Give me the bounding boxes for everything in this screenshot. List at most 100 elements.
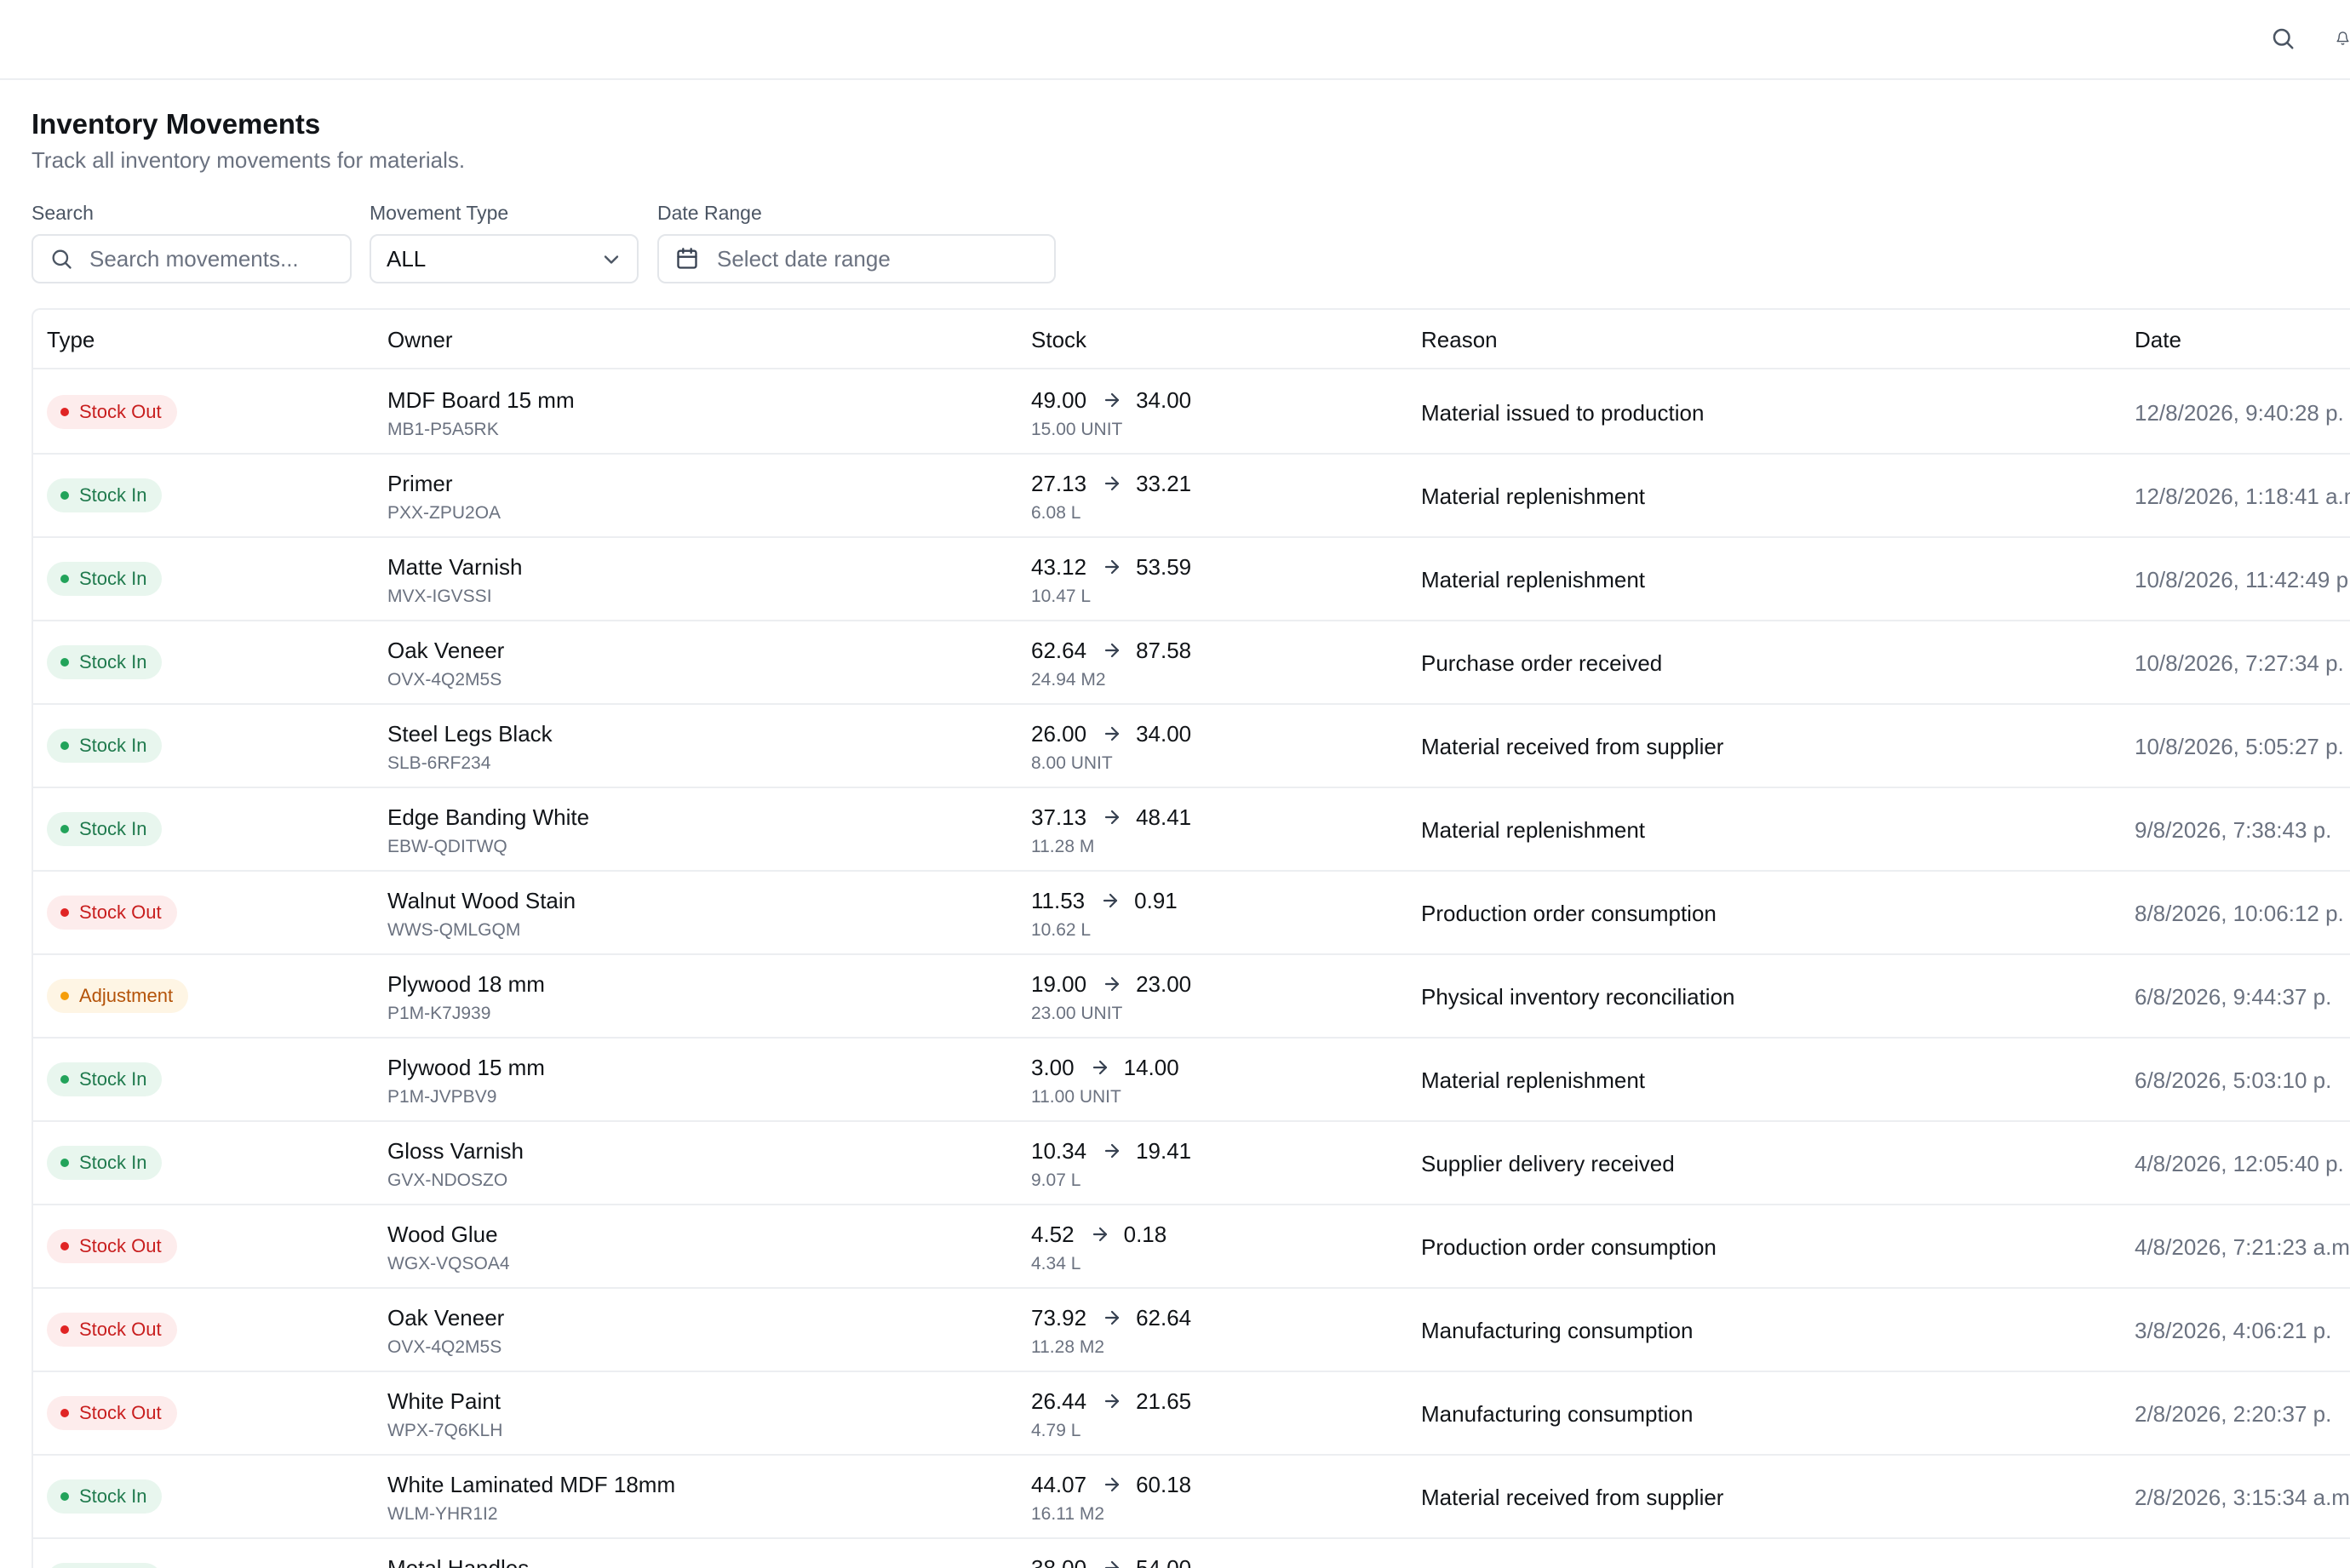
stock-from: 26.44 [1031, 1388, 1087, 1414]
owner-code: SLB-6RF234 [387, 753, 491, 773]
stock-change: 4.52 0.18 [1031, 1219, 1166, 1250]
stock-delta: 4.79 L [1031, 1421, 1081, 1440]
stock-from: 3.00 [1031, 1055, 1075, 1080]
stock-to: 87.58 [1136, 638, 1192, 663]
column-header-owner[interactable]: Owner [387, 310, 453, 369]
type-badge: Stock Out [47, 1396, 177, 1430]
table-row[interactable]: Stock In Metal Handles 38.00 54.00 [33, 1539, 2350, 1568]
column-header-stock[interactable]: Stock [1031, 310, 1086, 369]
stock-to: 33.21 [1136, 471, 1192, 496]
type-badge-label: Stock Out [79, 1319, 162, 1340]
arrow-right-icon [1102, 1474, 1122, 1495]
stock-to: 34.00 [1136, 721, 1192, 747]
arrow-right-icon [1102, 1391, 1122, 1411]
table-row[interactable]: Stock In Gloss Varnish GVX-NDOSZO 10.34 19.4… [33, 1122, 2350, 1205]
type-badge: Stock Out [47, 1229, 177, 1263]
movement-type-select[interactable]: ALL [370, 234, 639, 283]
stock-change: 19.00 23.00 [1031, 969, 1191, 999]
search-icon [49, 246, 74, 272]
stock-delta: 11.28 M [1031, 837, 1095, 856]
table-row[interactable]: Stock In Edge Banding White EBW-QDITWQ 37.1… [33, 788, 2350, 872]
table-row[interactable]: Stock Out Oak Veneer OVX-4Q2M5S 73.92 62.64 1… [33, 1289, 2350, 1372]
movement-reason: Material issued to production [1421, 400, 1705, 426]
page-title: Inventory Movements [32, 108, 321, 140]
table-row[interactable]: Stock Out Wood Glue WGX-VQSOA4 4.52 0.18 4.34… [33, 1205, 2350, 1289]
arrow-right-icon [1100, 890, 1121, 911]
table-row[interactable]: Adjustment Plywood 18 mm P1M-K7J939 19.00 23… [33, 955, 2350, 1039]
search-field[interactable] [32, 234, 352, 283]
type-badge: Stock In [47, 729, 163, 763]
owner-name: Gloss Varnish [387, 1138, 524, 1164]
status-dot-icon [60, 1075, 69, 1084]
stock-delta: 6.08 L [1031, 503, 1081, 523]
owner-code: GVX-NDOSZO [387, 1170, 508, 1190]
table-row[interactable]: Stock Out Walnut Wood Stain WWS-QMLGQM 11.5… [33, 872, 2350, 955]
movement-date: 4/8/2026, 12:05:40 p. [2135, 1151, 2344, 1176]
stock-delta: 8.00 UNIT [1031, 753, 1113, 773]
bell-icon[interactable] [2329, 18, 2350, 59]
status-dot-icon [60, 1242, 69, 1250]
owner-code: EBW-QDITWQ [387, 837, 507, 856]
type-badge-label: Stock Out [79, 1235, 162, 1256]
stock-to: 14.00 [1123, 1055, 1179, 1080]
search-label: Search [32, 202, 94, 224]
table-row[interactable]: Stock In Steel Legs Black SLB-6RF234 26.00 3… [33, 705, 2350, 788]
owner-name: Metal Handles [387, 1555, 530, 1568]
status-dot-icon [60, 908, 69, 917]
table-row[interactable]: Stock Out White Paint WPX-7Q6KLH 26.44 21.65… [33, 1372, 2350, 1456]
stock-from: 62.64 [1031, 638, 1087, 663]
stock-from: 44.07 [1031, 1472, 1087, 1497]
date-range-picker[interactable]: Select date range [657, 234, 1056, 283]
stock-change: 37.13 48.41 [1031, 802, 1191, 833]
stock-to: 34.00 [1136, 387, 1192, 413]
movement-reason: Supplier delivery received [1421, 1151, 1675, 1176]
owner-name: Plywood 15 mm [387, 1055, 545, 1080]
movement-reason: Production order consumption [1421, 901, 1717, 926]
stock-to: 0.18 [1123, 1222, 1167, 1247]
table-row[interactable]: Stock In Primer PXX-ZPU2OA 27.13 33.21 6.08 L… [33, 455, 2350, 538]
movement-date: 6/8/2026, 9:44:37 p. [2135, 984, 2332, 1010]
stock-change: 27.13 33.21 [1031, 468, 1191, 499]
status-dot-icon [60, 1325, 69, 1334]
owner-code: P1M-K7J939 [387, 1004, 491, 1023]
column-header-date[interactable]: Date [2135, 310, 2181, 369]
type-badge: Stock In [47, 1146, 163, 1180]
owner-code: PXX-ZPU2OA [387, 503, 502, 523]
arrow-right-icon [1102, 974, 1122, 994]
stock-change: 62.64 87.58 [1031, 635, 1191, 666]
stock-to: 19.41 [1136, 1138, 1192, 1164]
arrow-right-icon [1102, 807, 1122, 827]
arrow-right-icon [1102, 1308, 1122, 1328]
column-header-reason[interactable]: Reason [1421, 310, 1498, 369]
search-icon[interactable] [2262, 18, 2303, 59]
column-header-type[interactable]: Type [47, 310, 95, 369]
stock-to: 60.18 [1136, 1472, 1192, 1497]
status-dot-icon [60, 1409, 69, 1417]
arrow-right-icon [1090, 1224, 1110, 1245]
movement-reason: Production order consumption [1421, 1234, 1717, 1260]
table-row[interactable]: Stock Out MDF Board 15 mm MB1-P5A5RK 49.00 3… [33, 371, 2350, 455]
arrow-right-icon [1102, 724, 1122, 744]
stock-delta: 16.11 M2 [1031, 1504, 1104, 1524]
table-row[interactable]: Stock In Matte Varnish MVX-IGVSSI 43.12 53.5… [33, 538, 2350, 621]
type-badge-label: Stock In [79, 484, 147, 506]
stock-delta: 10.47 L [1031, 587, 1092, 606]
date-range-label: Date Range [657, 202, 762, 224]
arrow-right-icon [1102, 1558, 1122, 1568]
search-input[interactable] [88, 244, 343, 273]
stock-delta: 9.07 L [1031, 1170, 1081, 1190]
stock-to: 23.00 [1136, 971, 1192, 997]
table-row[interactable]: Stock In Oak Veneer OVX-4Q2M5S 62.64 87.58 24… [33, 621, 2350, 705]
movement-type-label: Movement Type [370, 202, 509, 224]
stock-from: 26.00 [1031, 721, 1087, 747]
movement-reason: Physical inventory reconciliation [1421, 984, 1735, 1010]
owner-name: Oak Veneer [387, 1305, 505, 1331]
table-row[interactable]: Stock In White Laminated MDF 18mm WLM-YHR1… [33, 1456, 2350, 1539]
movement-reason: Material received from supplier [1421, 734, 1724, 759]
table-row[interactable]: Stock In Plywood 15 mm P1M-JVPBV9 3.00 14.00… [33, 1039, 2350, 1122]
type-badge-label: Stock In [79, 818, 147, 839]
status-dot-icon [60, 491, 69, 500]
stock-from: 43.12 [1031, 554, 1087, 580]
type-badge-label: Stock Out [79, 901, 162, 923]
calendar-icon [674, 246, 700, 272]
